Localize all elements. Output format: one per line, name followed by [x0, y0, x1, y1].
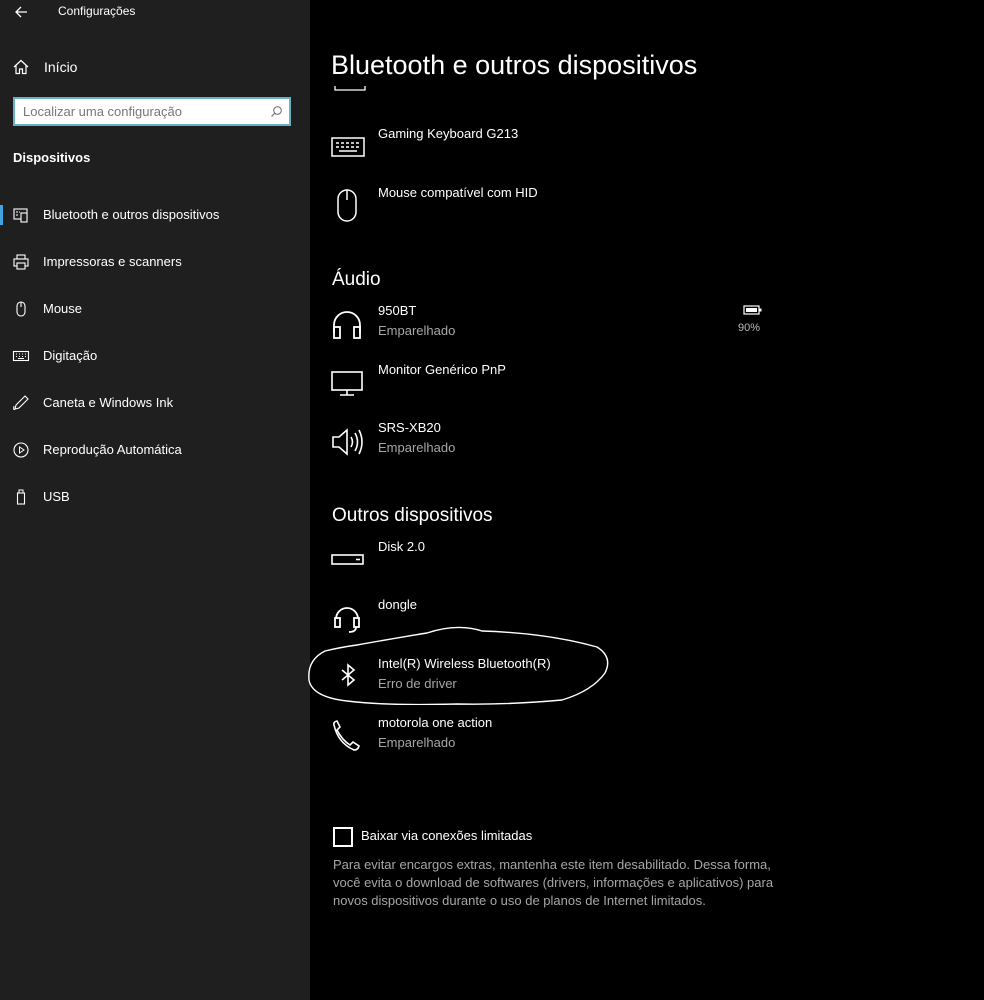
other-devices-section-title: Outros dispositivos	[332, 505, 493, 526]
back-button[interactable]	[12, 2, 32, 22]
device-item[interactable]: motorola one action Emparelhado	[330, 715, 790, 763]
sidebar-item-mouse[interactable]: Mouse	[0, 289, 310, 329]
device-name: Intel(R) Wireless Bluetooth(R)	[378, 656, 551, 671]
keyboard-icon	[331, 137, 365, 157]
sidebar-item-label: Reprodução Automática	[43, 442, 182, 457]
usb-icon	[16, 489, 26, 505]
back-arrow-icon	[15, 6, 27, 18]
headset-icon	[334, 607, 360, 633]
speaker-icon	[332, 428, 363, 456]
device-status: Erro de driver	[378, 676, 457, 691]
battery-icon	[743, 305, 762, 315]
device-item[interactable]: Gaming Keyboard G213	[330, 126, 790, 174]
metered-connection-description: Para evitar encargos extras, mantenha es…	[333, 857, 774, 908]
device-item[interactable]: Intel(R) Wireless Bluetooth(R) Erro de d…	[330, 656, 790, 704]
bluetooth-icon	[341, 663, 356, 687]
device-name: motorola one action	[378, 715, 493, 730]
home-nav-item[interactable]: Início	[0, 52, 310, 82]
device-item[interactable]: dongle	[330, 597, 790, 645]
phone-icon	[333, 720, 360, 751]
headphones-icon	[333, 311, 361, 339]
pen-icon	[13, 395, 29, 411]
device-name: Disk 2.0	[378, 539, 425, 554]
sidebar-item-usb[interactable]: USB	[0, 477, 310, 517]
device-name: SRS-XB20	[378, 420, 441, 435]
sidebar-item-printers[interactable]: Impressoras e scanners	[0, 242, 310, 282]
device-status: Emparelhado	[378, 323, 456, 338]
device-status: Emparelhado	[378, 440, 456, 455]
app-title: Configurações	[58, 4, 136, 18]
main-content: Bluetooth e outros dispositivos Gaming K…	[310, 0, 984, 1000]
device-name: Mouse compatível com HID	[378, 185, 538, 200]
sidebar: Configurações Início Dispositivos Blueto…	[0, 0, 310, 1000]
device-status: Emparelhado	[378, 735, 456, 750]
audio-section-title: Áudio	[332, 269, 381, 290]
device-item[interactable]: 950BT Emparelhado	[330, 303, 790, 351]
sidebar-item-label: Digitação	[43, 348, 98, 363]
autoplay-icon	[13, 442, 29, 458]
search-box[interactable]	[13, 97, 291, 126]
device-name: dongle	[378, 597, 418, 612]
drive-icon	[331, 554, 364, 565]
section-title: Dispositivos	[13, 150, 91, 165]
mouse-icon	[337, 189, 357, 222]
search-input[interactable]	[23, 103, 263, 120]
monitor-icon	[331, 371, 363, 396]
device-item[interactable]: Monitor Genérico PnP	[330, 362, 790, 410]
bluetooth-devices-icon	[13, 208, 28, 223]
selected-indicator	[0, 205, 3, 225]
device-item[interactable]: Disk 2.0	[330, 539, 790, 587]
metered-connection-checkbox[interactable]	[333, 827, 353, 847]
printer-icon	[13, 254, 29, 270]
sidebar-item-label: Bluetooth e outros dispositivos	[43, 207, 220, 222]
partial-device-icon	[334, 86, 366, 91]
mouse-icon	[16, 301, 26, 317]
battery-percent: 90%	[738, 322, 761, 334]
device-item[interactable]: Mouse compatível com HID	[330, 185, 790, 233]
sidebar-item-label: Mouse	[43, 301, 83, 316]
device-name: Monitor Genérico PnP	[378, 362, 506, 377]
search-icon[interactable]	[270, 105, 283, 118]
device-item[interactable]: SRS-XB20 Emparelhado	[330, 420, 790, 468]
metered-connection-label: Baixar via conexões limitadas	[361, 828, 533, 843]
device-name: 950BT	[378, 303, 417, 318]
page-title: Bluetooth e outros dispositivos	[331, 50, 698, 80]
home-label: Início	[44, 59, 78, 75]
sidebar-item-label: Caneta e Windows Ink	[43, 395, 174, 410]
sidebar-item-label: USB	[43, 489, 70, 504]
keyboard-icon	[12, 350, 30, 362]
sidebar-item-label: Impressoras e scanners	[43, 254, 182, 269]
sidebar-item-typing[interactable]: Digitação	[0, 336, 310, 376]
sidebar-item-pen[interactable]: Caneta e Windows Ink	[0, 383, 310, 423]
home-icon	[13, 59, 29, 75]
sidebar-item-bluetooth[interactable]: Bluetooth e outros dispositivos	[0, 195, 310, 235]
device-name: Gaming Keyboard G213	[378, 126, 519, 141]
sidebar-item-autoplay[interactable]: Reprodução Automática	[0, 430, 310, 470]
